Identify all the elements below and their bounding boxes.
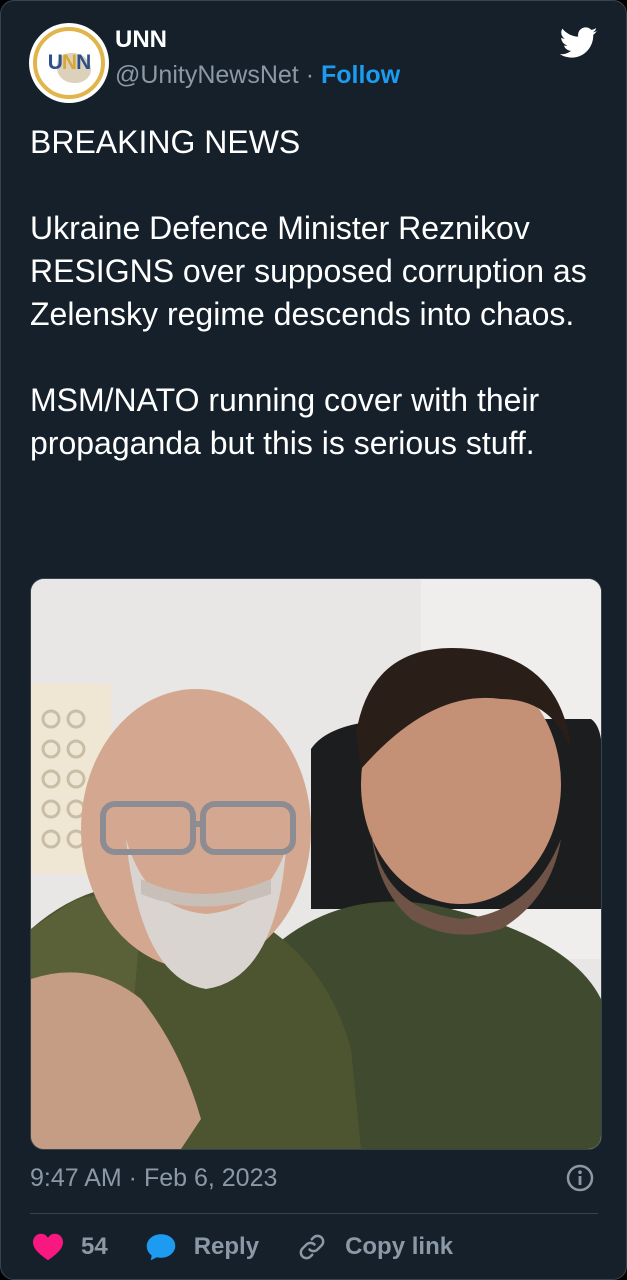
speech-bubble-icon (146, 1234, 175, 1261)
link-icon (299, 1234, 325, 1260)
twitter-bird-icon[interactable] (560, 27, 598, 59)
tweet-header: UNN UNN @UnityNewsNet · Follow (29, 23, 400, 103)
copy-link-label: Copy link (345, 1233, 454, 1260)
copy-link-button[interactable]: Copy link (297, 1232, 453, 1262)
author-names: UNN @UnityNewsNet · Follow (115, 26, 400, 91)
follow-button[interactable]: Follow (321, 61, 400, 89)
tweet-actions: 54 Reply Copy link (33, 1227, 491, 1267)
tweet-text: BREAKING NEWS Ukraine Defence Minister R… (30, 124, 587, 461)
display-name[interactable]: UNN (115, 25, 400, 55)
divider (30, 1213, 598, 1214)
tweet-card: UNN UNN @UnityNewsNet · Follow BREAKING … (0, 0, 627, 1280)
reply-label: Reply (193, 1233, 260, 1260)
handle[interactable]: @UnityNewsNet (115, 61, 299, 89)
avatar[interactable]: UNN (29, 23, 109, 103)
like-button[interactable]: 54 (33, 1233, 108, 1261)
photo-illustration (31, 579, 601, 1149)
tweet-photo[interactable] (30, 578, 602, 1150)
heart-icon (33, 1233, 63, 1261)
like-count: 54 (81, 1233, 108, 1260)
reply-button[interactable]: Reply (146, 1233, 259, 1261)
info-icon[interactable] (566, 1164, 594, 1192)
tweet-timestamp[interactable]: 9:47 AM · Feb 6, 2023 (30, 1161, 277, 1195)
avatar-logo-text: UNN (47, 51, 92, 74)
handle-row: @UnityNewsNet · Follow (115, 59, 400, 91)
handle-separator: · (305, 61, 315, 89)
